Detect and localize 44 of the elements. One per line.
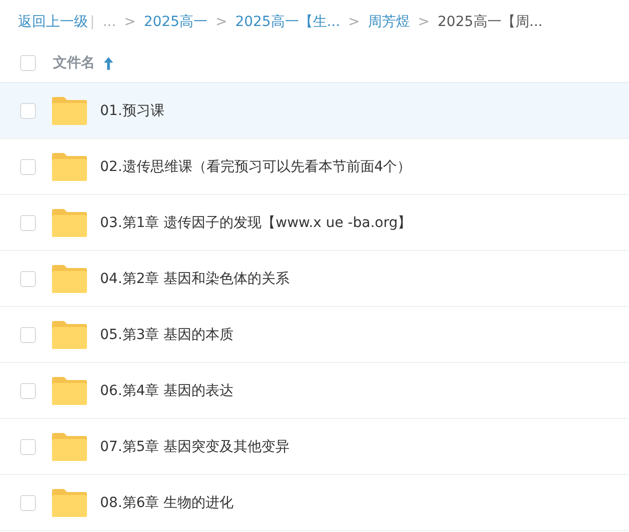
file-name: 04.第2章 基因和染色体的关系	[100, 270, 290, 288]
breadcrumb-separator: >	[418, 14, 430, 30]
file-row[interactable]: 02.遗传思维课（看完预习可以先看本节前面4个）	[0, 139, 629, 195]
file-name: 02.遗传思维课（看完预习可以先看本节前面4个）	[100, 158, 412, 176]
file-name: 03.第1章 遗传因子的发现【www.x ue -ba.org】	[100, 214, 412, 232]
folder-icon	[52, 432, 87, 460]
breadcrumb-current: 2025高一【周...	[438, 13, 543, 31]
folder-icon	[52, 264, 87, 292]
file-row[interactable]: 05.第3章 基因的本质	[0, 307, 629, 363]
checkbox[interactable]	[20, 494, 36, 510]
checkbox[interactable]	[20, 382, 36, 398]
checkbox[interactable]	[20, 214, 36, 230]
file-name: 05.第3章 基因的本质	[100, 326, 234, 344]
breadcrumb-link[interactable]: 周芳煜	[368, 13, 410, 31]
checkbox[interactable]	[20, 326, 36, 342]
folder-icon	[52, 152, 87, 180]
checkbox[interactable]	[20, 102, 36, 118]
back-link[interactable]: 返回上一级	[18, 13, 88, 31]
breadcrumb-separator: >	[348, 14, 360, 30]
file-name: 08.第6章 生物的进化	[100, 494, 234, 512]
checkbox[interactable]	[20, 438, 36, 454]
breadcrumb-link[interactable]: 2025高一	[144, 13, 208, 31]
file-name: 07.第5章 基因突变及其他变异	[100, 438, 290, 456]
checkbox[interactable]	[20, 270, 36, 286]
folder-icon	[52, 96, 87, 124]
file-row[interactable]: 03.第1章 遗传因子的发现【www.x ue -ba.org】	[0, 195, 629, 251]
folder-icon	[52, 320, 87, 348]
folder-icon	[52, 376, 87, 404]
divider-mark: |	[90, 14, 95, 30]
checkbox[interactable]	[20, 55, 36, 71]
file-name: 06.第4章 基因的表达	[100, 382, 234, 400]
breadcrumb-separator: >	[215, 14, 228, 30]
file-row[interactable]: 01.预习课	[0, 83, 629, 139]
file-name: 01.预习课	[100, 102, 164, 120]
sort-arrow-icon[interactable]	[103, 56, 114, 70]
file-row[interactable]: 07.第5章 基因突变及其他变异	[0, 419, 629, 475]
breadcrumb-link[interactable]: 2025高一【生...	[235, 13, 340, 31]
folder-icon	[52, 208, 87, 236]
file-row[interactable]: 06.第4章 基因的表达	[0, 363, 629, 419]
breadcrumb-separator: >	[124, 14, 136, 30]
folder-icon	[52, 488, 87, 516]
checkbox[interactable]	[20, 158, 36, 174]
file-row[interactable]: 04.第2章 基因和染色体的关系	[0, 251, 629, 307]
file-row[interactable]: 08.第6章 生物的进化	[0, 475, 629, 531]
